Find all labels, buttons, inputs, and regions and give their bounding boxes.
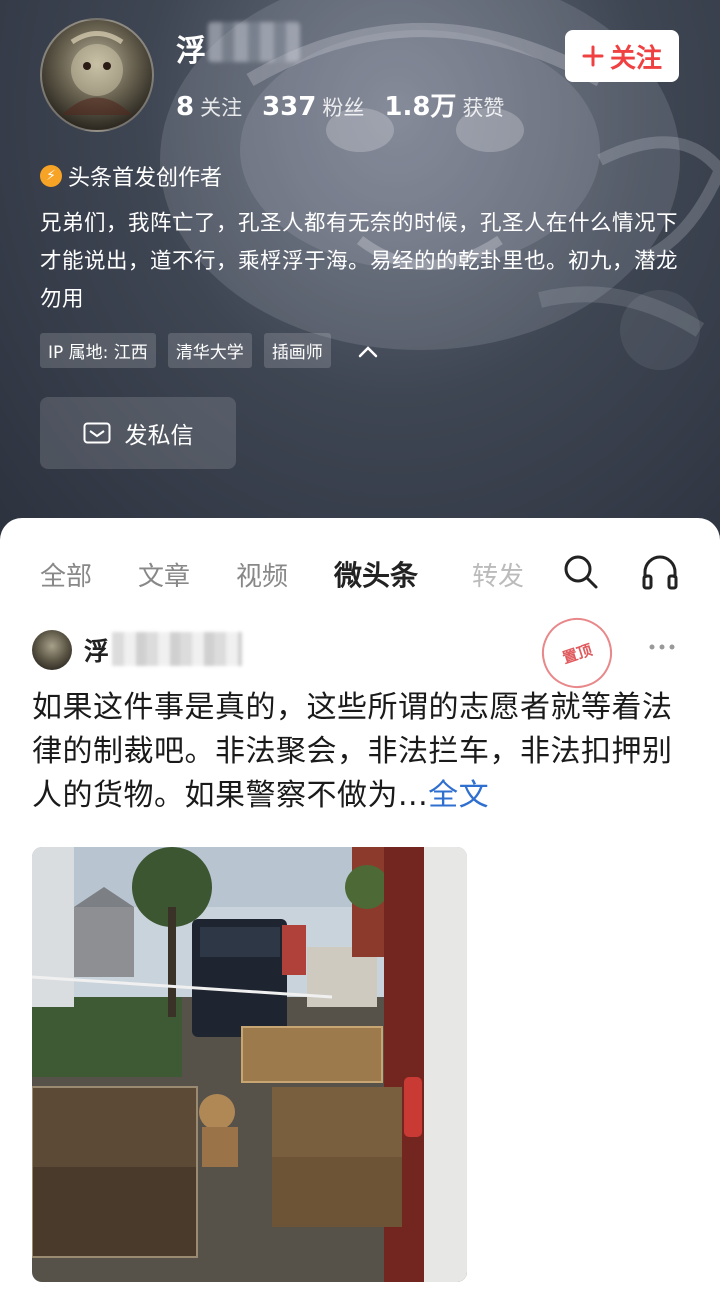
post-body[interactable]: 如果这件事是真的，这些所谓的志愿者就等着法律的制裁吧。非法聚会，非法拦车，非法扣… [32, 686, 688, 818]
profile-bio: 兄弟们，我阵亡了，孔圣人都有无奈的时候，孔圣人在什么情况下才能说出，道不行，乘桴… [40, 211, 679, 312]
pinned-stamp-text: 置顶 [560, 640, 595, 667]
likes-label: 获赞 [462, 96, 505, 120]
mail-icon [83, 422, 110, 444]
content-panel: 全部 文章 视频 微头条 转发 浮 置顶 如果这件事是真的，这些所谓的志愿者就等… [0, 518, 720, 1296]
creator-badge-text: 头条首发创作者 [68, 166, 223, 191]
fans-label[interactable]: 粉丝 [322, 92, 364, 122]
profile-username: 浮 [176, 34, 206, 69]
follow-label: 关注 [609, 43, 662, 74]
tab-videos[interactable]: 视频 [236, 556, 288, 593]
post-author-avatar[interactable] [32, 630, 72, 670]
profile-tags: IP 属地: 江西 清华大学 插画师 [40, 333, 379, 368]
tab-articles[interactable]: 文章 [138, 556, 190, 593]
follow-button[interactable]: 关注 [565, 30, 679, 82]
headphones-icon[interactable] [640, 552, 680, 592]
post-photo[interactable] [32, 847, 467, 1282]
post-author-redaction [112, 632, 242, 666]
more-dots-icon[interactable] [648, 642, 676, 652]
following-label[interactable]: 关注 [200, 92, 242, 122]
chevron-up-icon[interactable] [357, 343, 379, 359]
likes-count: 1.8万 [384, 92, 457, 122]
content-tabs: 全部 文章 视频 微头条 转发 [0, 550, 720, 600]
fans-count[interactable]: 337 [262, 92, 316, 122]
send-message-button[interactable]: 发私信 [40, 397, 236, 469]
tag-profession[interactable]: 插画师 [263, 333, 331, 368]
creator-badge: ⚡ 头条首发创作者 [40, 160, 222, 192]
tab-micro-posts[interactable]: 微头条 [334, 554, 418, 594]
pinned-stamp: 置顶 [532, 608, 622, 698]
username-redaction [208, 22, 300, 62]
search-icon[interactable] [562, 552, 600, 592]
following-count[interactable]: 8 [176, 92, 194, 122]
post-text: 如果这件事是真的，这些所谓的志愿者就等着法律的制裁吧。非法聚会，非法拦车，非法扣… [32, 690, 673, 813]
profile-avatar[interactable] [40, 18, 154, 132]
post-author-name[interactable]: 浮 [84, 632, 109, 668]
plus-icon [582, 45, 604, 67]
send-message-label: 发私信 [124, 423, 194, 449]
tag-ip-location: IP 属地: 江西 [40, 333, 156, 368]
tab-reposts[interactable]: 转发 [472, 556, 524, 593]
profile-stats: 8 关注 337 粉丝 1.8万 获赞 [176, 86, 524, 123]
tag-university[interactable]: 清华大学 [167, 333, 252, 368]
profile-header: 浮 8 关注 337 粉丝 1.8万 获赞 关注 ⚡ 头条首发创作者 兄弟们，我… [0, 0, 720, 560]
lightning-icon: ⚡ [40, 165, 62, 187]
read-more-link[interactable]: 全文 [428, 778, 489, 813]
tab-all[interactable]: 全部 [40, 556, 92, 593]
